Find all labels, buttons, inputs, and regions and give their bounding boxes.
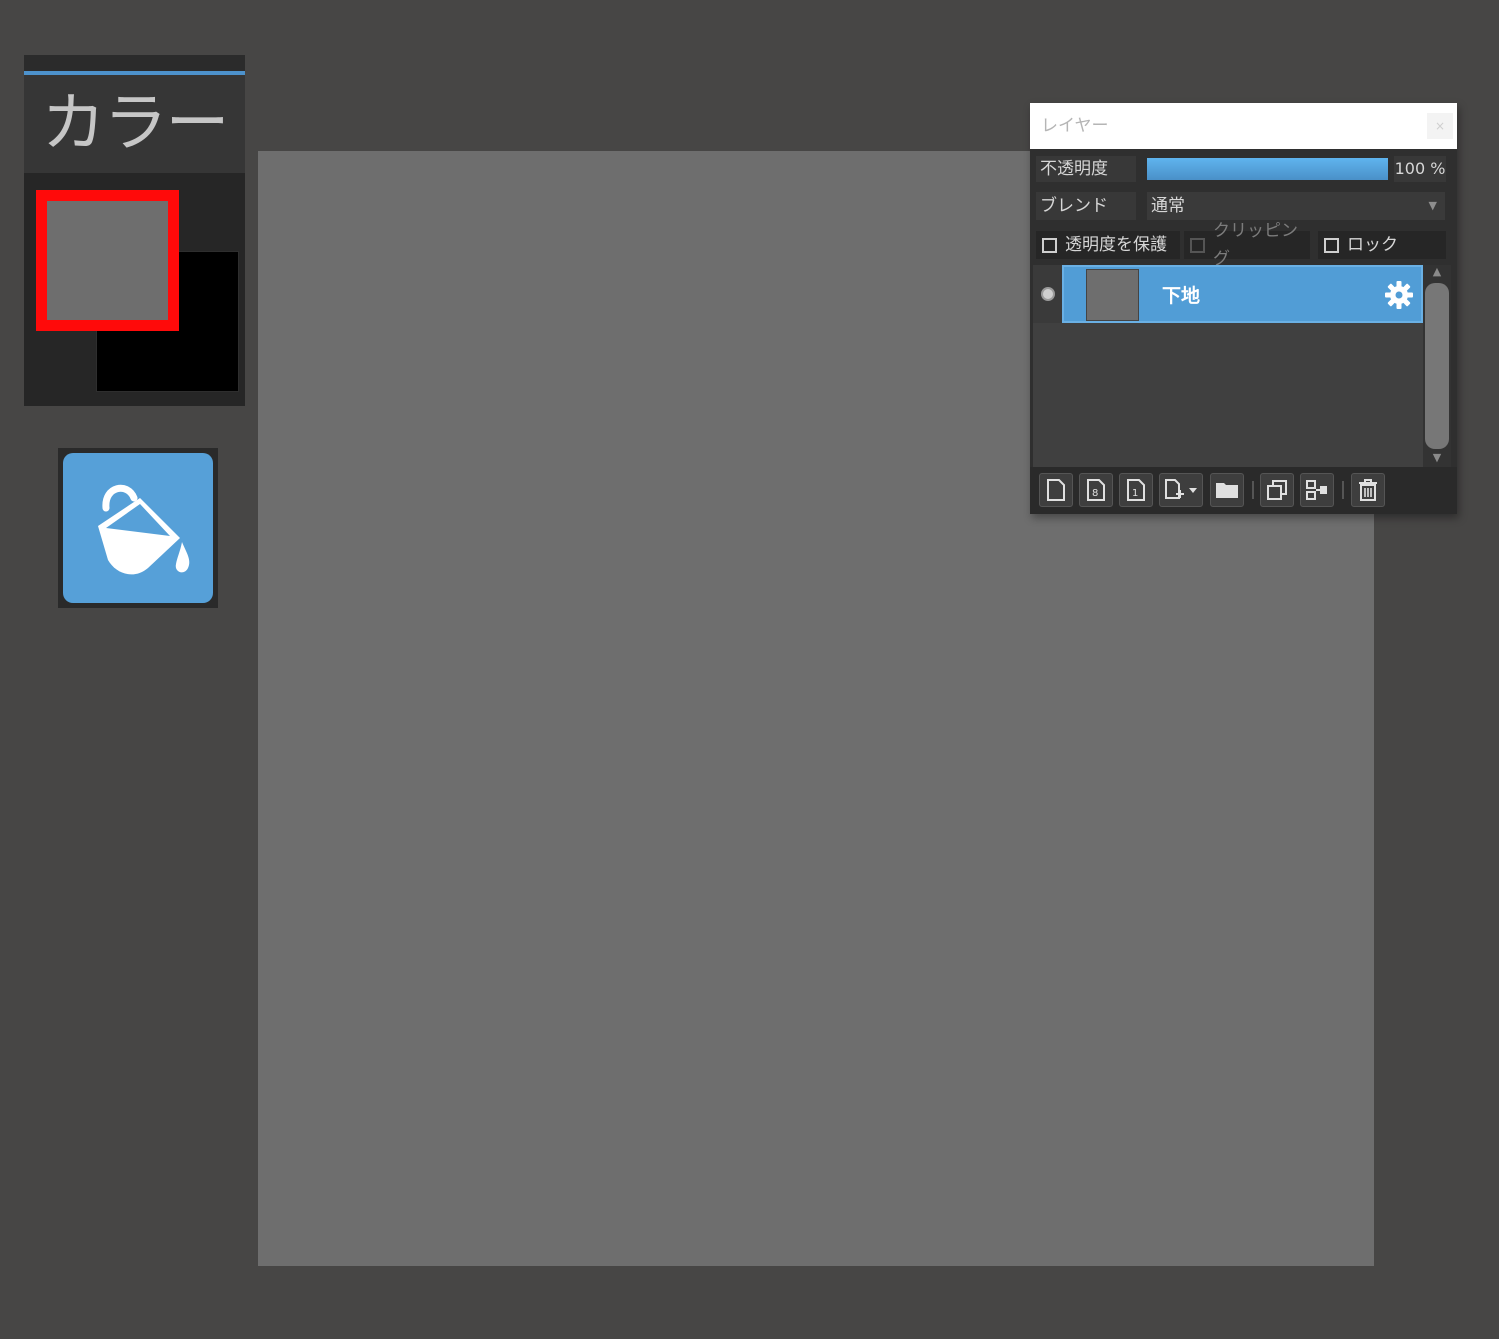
toolbar-divider [1342,481,1344,499]
layer-toolbar: 8 1 [1030,467,1457,514]
toolbar-divider [1252,481,1254,499]
layer-panel: レイヤー × 不透明度 100 % ブレンド 通常 ▼ 透明度を保護 クリッピン… [1030,103,1457,514]
new-layer-button[interactable] [1039,473,1073,507]
app-window: カラー レイヤー × 不透明度 100 % ブレンド 通常 ▼ 透明度を保護 ク… [0,0,1499,1339]
new-folder-button[interactable] [1210,473,1244,507]
checkbox-box [1190,237,1205,253]
blend-mode-select[interactable]: 通常 ▼ [1147,192,1445,220]
merge-layer-icon [1306,480,1327,500]
layer-panel-title: レイヤー [1041,116,1109,136]
chevron-down-icon: ▼ [1428,199,1437,212]
layer-list: 下地 [1033,265,1423,467]
close-icon[interactable]: × [1427,113,1453,139]
new-8bit-layer-icon: 8 [1087,479,1105,501]
color-swatch-area [24,173,245,406]
delete-layer-button[interactable] [1351,473,1385,507]
opacity-label: 不透明度 [1036,156,1136,182]
delete-layer-icon [1359,479,1377,501]
layer-panel-titlebar[interactable]: レイヤー [1030,103,1457,149]
duplicate-layer-button[interactable] [1260,473,1294,507]
layer-list-scrollbar[interactable]: ▲ ▼ [1423,265,1451,467]
new-1bit-layer-icon: 1 [1127,479,1145,501]
color-panel: カラー [24,55,245,406]
visibility-toggle-icon[interactable] [1041,287,1055,301]
new-8bit-layer-button[interactable]: 8 [1079,473,1113,507]
color-panel-topline [24,55,245,75]
blend-mode-value: 通常 [1151,196,1185,216]
opacity-slider-fill [1147,158,1388,180]
new-layer-icon [1047,479,1065,501]
add-layer-dropdown-icon [1165,479,1197,499]
lock-checkbox[interactable]: ロック [1318,231,1446,259]
paint-bucket-icon [98,484,190,575]
protect-alpha-checkbox[interactable]: 透明度を保護 [1036,231,1180,259]
checkbox-box [1042,237,1057,253]
fill-tool-button[interactable] [58,448,218,608]
opacity-slider[interactable] [1147,158,1388,180]
lock-label: ロック [1347,235,1398,255]
merge-layer-button[interactable] [1300,473,1334,507]
color-panel-title: カラー [24,75,245,173]
fill-tool-inner [63,453,213,603]
gear-icon[interactable] [1383,279,1415,311]
opacity-value: 100 % [1394,156,1446,182]
layer-thumbnail [1086,269,1139,321]
scrollbar-thumb[interactable] [1425,283,1449,449]
new-1bit-layer-button[interactable]: 1 [1119,473,1153,507]
layer-row[interactable]: 下地 [1033,265,1423,323]
layer-name: 下地 [1162,285,1201,307]
svg-text:8: 8 [1092,488,1098,499]
duplicate-layer-icon [1267,480,1287,500]
foreground-color-swatch[interactable] [36,190,179,331]
add-layer-dropdown-button[interactable] [1159,473,1203,507]
checkbox-box [1324,237,1339,253]
blend-label: ブレンド [1036,192,1136,220]
scroll-down-icon[interactable]: ▼ [1423,451,1451,467]
scroll-up-icon[interactable]: ▲ [1423,265,1451,281]
new-folder-icon [1216,483,1238,498]
layer-row-selected: 下地 [1062,265,1423,323]
svg-text:1: 1 [1132,488,1138,499]
protect-alpha-label: 透明度を保護 [1065,235,1167,255]
clipping-checkbox[interactable]: クリッピング [1184,221,1310,269]
